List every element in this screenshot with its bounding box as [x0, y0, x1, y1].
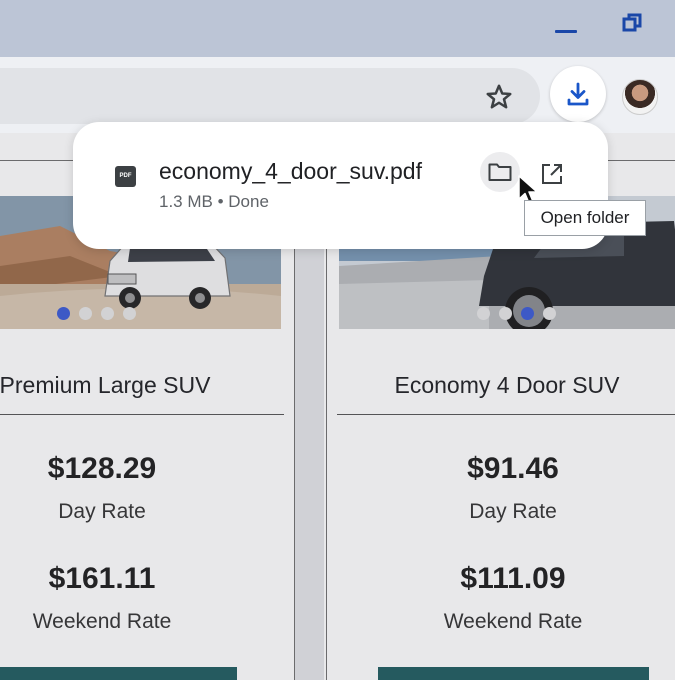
carousel-dots	[477, 307, 556, 320]
card-divider	[0, 414, 284, 415]
open-folder-button[interactable]	[480, 152, 520, 192]
carousel-dot[interactable]	[521, 307, 534, 320]
download-button[interactable]	[550, 66, 606, 122]
day-rate-label: Day Rate	[469, 500, 557, 523]
reserve-button[interactable]	[0, 667, 237, 680]
restore-icon[interactable]	[622, 13, 642, 33]
pdf-icon: PDF	[115, 166, 136, 187]
download-status: 1.3 MB • Done	[159, 192, 269, 211]
weekend-rate-label: Weekend Rate	[443, 610, 583, 633]
carousel-dot[interactable]	[477, 307, 490, 320]
card-divider	[337, 414, 675, 415]
weekend-price: $111.09	[460, 562, 566, 595]
day-price: $128.29	[47, 452, 157, 485]
card-title: Economy 4 Door SUV	[394, 372, 620, 398]
day-price: $91.46	[467, 452, 559, 485]
downloaded-file-name[interactable]: economy_4_door_suv.pdf	[159, 158, 422, 185]
weekend-price: $161.11	[48, 562, 156, 595]
carousel-dot[interactable]	[57, 307, 70, 320]
day-rate-label: Day Rate	[58, 500, 146, 523]
carousel-dot[interactable]	[499, 307, 512, 320]
address-bar[interactable]	[0, 68, 540, 124]
card-title: Premium Large SUV	[0, 372, 211, 398]
carousel-dot[interactable]	[543, 307, 556, 320]
carousel-dot[interactable]	[123, 307, 136, 320]
download-icon	[567, 82, 589, 106]
open-external-icon[interactable]	[540, 162, 564, 186]
carousel-dots	[57, 307, 136, 320]
profile-avatar[interactable]	[622, 79, 658, 115]
carousel-dot[interactable]	[101, 307, 114, 320]
title-bar	[0, 0, 675, 57]
weekend-rate-label: Weekend Rate	[32, 610, 172, 633]
open-folder-tooltip: Open folder	[524, 200, 646, 236]
folder-icon	[488, 163, 512, 181]
carousel-dot[interactable]	[79, 307, 92, 320]
minimize-icon[interactable]	[555, 30, 577, 33]
reserve-button[interactable]	[378, 667, 649, 680]
star-icon[interactable]	[484, 82, 514, 112]
